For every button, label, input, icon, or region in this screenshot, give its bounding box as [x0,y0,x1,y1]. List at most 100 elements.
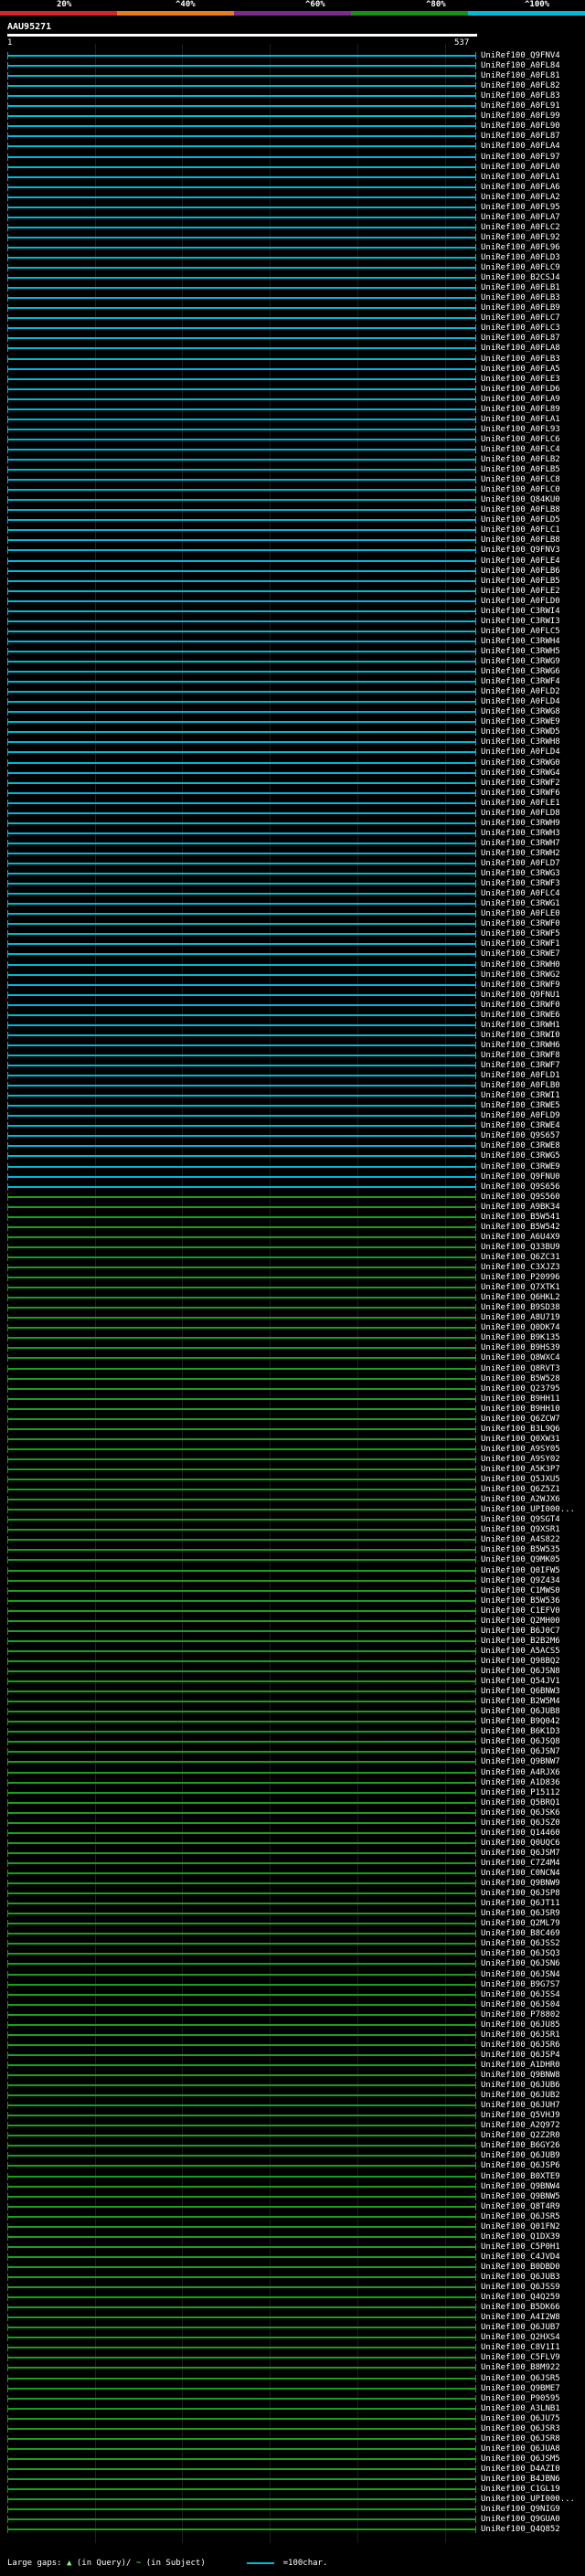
alignment-line[interactable] [7,125,475,128]
hit-name[interactable]: UniRef100_C3RWH1 [481,1021,560,1030]
alignment-line[interactable] [7,489,475,492]
hit-name[interactable]: UniRef100_Q0UQC6 [481,1839,560,1848]
alignment-line[interactable] [7,1589,475,1592]
alignment-line[interactable] [7,2013,475,2016]
alignment-line[interactable] [7,2407,475,2410]
hit-name[interactable]: UniRef100_A0FLE4 [481,557,560,566]
hit-row[interactable]: UniRef100_C3RWH3 [0,829,585,838]
alignment-line[interactable] [7,2125,475,2127]
alignment-line[interactable] [7,307,475,310]
hit-name[interactable]: UniRef100_C8V1I1 [481,2343,560,2352]
hit-name[interactable]: UniRef100_Q6JUB7 [481,2323,560,2332]
hit-row[interactable]: UniRef100_B5W528 [0,1374,585,1383]
hit-row[interactable]: UniRef100_C3RWI3 [0,617,585,626]
hit-row[interactable]: UniRef100_A0FLA6 [0,183,585,192]
hit-row[interactable]: UniRef100_Q6JUB2 [0,2091,585,2100]
alignment-line[interactable] [7,1347,475,1350]
hit-name[interactable]: UniRef100_Q9S657 [481,1131,560,1140]
hit-name[interactable]: UniRef100_B9HH10 [481,1405,560,1414]
hit-row[interactable]: UniRef100_Q6JSQ8 [0,1737,585,1746]
hit-name[interactable]: UniRef100_Q6JU75 [481,2414,560,2423]
alignment-line[interactable] [7,2508,475,2511]
hit-name[interactable]: UniRef100_A8U719 [481,1313,560,1322]
hit-row[interactable]: UniRef100_P20996 [0,1273,585,1282]
hit-row[interactable]: UniRef100_A0FLD3 [0,253,585,262]
hit-name[interactable]: UniRef100_P20996 [481,1273,560,1282]
alignment-line[interactable] [7,1085,475,1087]
alignment-line[interactable] [7,1983,475,1986]
alignment-line[interactable] [7,2185,475,2188]
hit-row[interactable]: UniRef100_C3RWI0 [0,1031,585,1040]
hit-name[interactable]: UniRef100_C3RWF0 [481,919,560,928]
hit-name[interactable]: UniRef100_Q9SGT4 [481,1515,560,1524]
hit-name[interactable]: UniRef100_A4I2W8 [481,2313,560,2322]
alignment-line[interactable] [7,1297,475,1299]
hit-row[interactable]: UniRef100_C8V1I1 [0,2343,585,2352]
hit-name[interactable]: UniRef100_A0FL92 [481,233,560,242]
alignment-line[interactable] [7,2225,475,2228]
hit-row[interactable]: UniRef100_C5FLV9 [0,2353,585,2362]
hit-row[interactable]: UniRef100_UPI000... [0,1505,585,1514]
hit-name[interactable]: UniRef100_Q6JUB3 [481,2273,560,2282]
hit-row[interactable]: UniRef100_Q0UQC6 [0,1839,585,1848]
hit-row[interactable]: UniRef100_A0FLD4 [0,697,585,706]
hit-row[interactable]: UniRef100_Q6JSN7 [0,1747,585,1756]
hit-name[interactable]: UniRef100_Q84KU0 [481,495,560,504]
alignment-line[interactable] [7,1680,475,1683]
hit-name[interactable]: UniRef100_A9SY02 [481,1455,560,1464]
alignment-line[interactable] [7,832,475,834]
alignment-line[interactable] [7,2043,475,2046]
hit-row[interactable]: UniRef100_C3RWG5 [0,1151,585,1161]
hit-row[interactable]: UniRef100_A0FL96 [0,243,585,252]
alignment-line[interactable] [7,781,475,784]
hit-row[interactable]: UniRef100_C4JVD4 [0,2253,585,2262]
hit-name[interactable]: UniRef100_Q4Q852 [481,2525,560,2534]
alignment-line[interactable] [7,933,475,936]
alignment-line[interactable] [7,681,475,684]
hit-row[interactable]: UniRef100_Q54JV1 [0,1677,585,1686]
alignment-line[interactable] [7,2063,475,2066]
alignment-line[interactable] [7,2023,475,2026]
hit-name[interactable]: UniRef100_C3RWG2 [481,970,560,980]
hit-row[interactable]: UniRef100_B9Q042 [0,1717,585,1726]
hit-name[interactable]: UniRef100_Q5VHJ9 [481,2111,560,2120]
hit-row[interactable]: UniRef100_Q6Z5Z1 [0,1485,585,1494]
hit-name[interactable]: UniRef100_C3RWG8 [481,707,560,716]
alignment-line[interactable] [7,1307,475,1309]
alignment-line[interactable] [7,115,475,118]
alignment-line[interactable] [7,1973,475,1976]
alignment-line[interactable] [7,2417,475,2420]
hit-row[interactable]: UniRef100_A0FL82 [0,81,585,90]
hit-name[interactable]: UniRef100_A0FL99 [481,111,560,121]
hit-name[interactable]: UniRef100_A0FLB8 [481,535,560,545]
hit-row[interactable]: UniRef100_B6J0C7 [0,1627,585,1636]
alignment-line[interactable] [7,377,475,380]
alignment-line[interactable] [7,2518,475,2521]
hit-name[interactable]: UniRef100_Q6JUB9 [481,2151,560,2160]
hit-row[interactable]: UniRef100_Q0IFW5 [0,1566,585,1575]
alignment-line[interactable] [7,1903,475,1905]
hit-name[interactable]: UniRef100_Q6JSR8 [481,2434,560,2443]
hit-name[interactable]: UniRef100_Q6JUB8 [481,1707,560,1716]
alignment-line[interactable] [7,1317,475,1320]
hit-row[interactable]: UniRef100_A0FLD4 [0,747,585,757]
hit-row[interactable]: UniRef100_A0FLD5 [0,515,585,525]
hit-name[interactable]: UniRef100_C3RWE8 [481,1141,560,1150]
hit-name[interactable]: UniRef100_B2CSJ4 [481,273,560,282]
alignment-line[interactable] [7,1155,475,1158]
alignment-line[interactable] [7,2165,475,2168]
hit-row[interactable]: UniRef100_C3RWH1 [0,1021,585,1030]
hit-name[interactable]: UniRef100_A9BK34 [481,1203,560,1212]
alignment-line[interactable] [7,1468,475,1470]
hit-name[interactable]: UniRef100_Q9FNU0 [481,1172,560,1182]
hit-row[interactable]: UniRef100_A0FLC7 [0,313,585,323]
hit-name[interactable]: UniRef100_Q5BRQ1 [481,1798,560,1807]
hit-row[interactable]: UniRef100_Q9S656 [0,1182,585,1192]
hit-name[interactable]: UniRef100_Q2MH00 [481,1617,560,1626]
hit-row[interactable]: UniRef100_C3RWF3 [0,879,585,888]
hit-name[interactable]: UniRef100_A0FLC9 [481,263,560,272]
hit-row[interactable]: UniRef100_C3RWF0 [0,919,585,928]
alignment-line[interactable] [7,408,475,410]
hit-row[interactable]: UniRef100_A4RJX6 [0,1768,585,1777]
alignment-line[interactable] [7,459,475,461]
